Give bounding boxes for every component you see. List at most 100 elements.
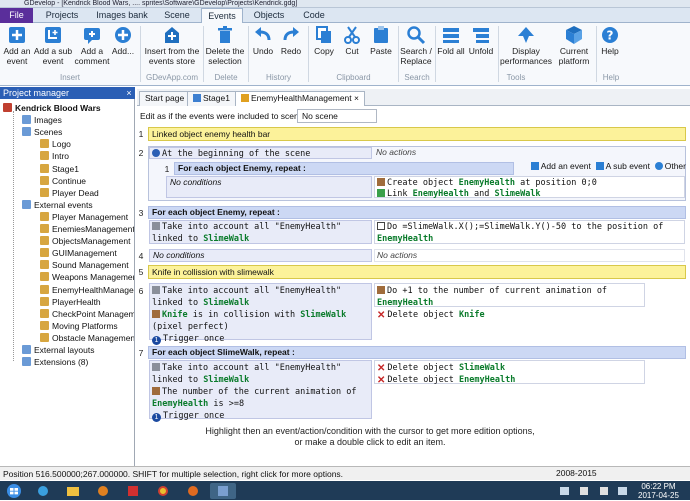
conditions[interactable]: Take into account all "EnemyHealth" link… bbox=[149, 360, 372, 422]
signal-icon[interactable] bbox=[618, 487, 627, 495]
tree-item[interactable]: PlayerHealth bbox=[40, 296, 134, 308]
tree-item[interactable]: Kendrick Blood Wars bbox=[3, 102, 134, 114]
comment-event[interactable]: Linked object enemy health bar bbox=[148, 127, 686, 141]
volume-icon[interactable] bbox=[600, 487, 608, 495]
add-sub-event-link[interactable]: A sub event bbox=[595, 161, 650, 171]
display-performances-button[interactable]: Display performances bbox=[500, 25, 552, 66]
tree-item[interactable]: Scenes bbox=[22, 126, 134, 138]
current-platform-button[interactable]: Current platform bbox=[555, 25, 593, 66]
tree-item[interactable]: Continue bbox=[40, 175, 134, 187]
tree-item[interactable]: Player Dead bbox=[40, 187, 134, 199]
tree-item[interactable]: Weapons Management bbox=[40, 271, 134, 283]
actions-empty[interactable]: No actions bbox=[374, 147, 685, 159]
unfold-button[interactable]: Unfold bbox=[467, 25, 495, 56]
paste-button[interactable]: Paste bbox=[367, 25, 395, 56]
add-event-link[interactable]: Add an event bbox=[530, 161, 591, 171]
actions[interactable]: Create object EnemyHealth at position 0;… bbox=[374, 176, 685, 200]
add-event-button[interactable]: Add an event bbox=[3, 25, 31, 66]
taskbar-explorer[interactable] bbox=[60, 483, 86, 499]
event-number: 5 bbox=[138, 267, 144, 277]
condition-collision[interactable]: Knife is in collision with SlimeWalk (pi… bbox=[152, 309, 371, 333]
action-change-animation[interactable]: Do +1 to the number of current animation… bbox=[377, 285, 644, 309]
comment-event[interactable]: Knife in collission with slimewalk bbox=[148, 265, 686, 279]
taskbar-ie[interactable] bbox=[30, 483, 56, 499]
action[interactable]: Do =SlimeWalk.X();=SlimeWalk.Y()-50 to t… bbox=[374, 220, 685, 244]
animation-icon bbox=[377, 286, 385, 294]
actions[interactable]: ✕ Delete object SlimeWalk ✕ Delete object … bbox=[374, 360, 645, 386]
network-icon[interactable] bbox=[560, 487, 569, 495]
add-more-button[interactable]: Add... bbox=[111, 25, 135, 56]
tab-images-bank[interactable]: Images bank bbox=[92, 8, 152, 23]
tab-enemy-health-management[interactable]: EnemyHealthManagement × bbox=[235, 91, 365, 106]
add-comment-button[interactable]: Add a comment bbox=[74, 25, 110, 66]
taskbar-app[interactable] bbox=[120, 483, 146, 499]
copy-button[interactable]: Copy bbox=[311, 25, 337, 56]
flag-icon[interactable] bbox=[580, 487, 588, 495]
tree-item[interactable]: EnemiesManagement bbox=[40, 223, 134, 235]
close-icon[interactable]: × bbox=[124, 87, 134, 99]
conditions-empty[interactable]: No conditions bbox=[166, 176, 372, 198]
tree-item[interactable]: Sound Management bbox=[40, 259, 134, 271]
taskbar-gdevelop[interactable] bbox=[210, 483, 236, 499]
tree-item[interactable]: Extensions (8) bbox=[22, 356, 134, 368]
tree-item[interactable]: EnemyHealthManagement bbox=[40, 284, 134, 296]
tab-objects[interactable]: Objects bbox=[248, 8, 290, 23]
for-each-header[interactable]: For each object Enemy, repeat : bbox=[148, 206, 686, 219]
help-button[interactable]: ? Help bbox=[598, 25, 622, 56]
tree-item[interactable]: Player Management bbox=[40, 211, 134, 223]
close-tab-icon[interactable]: × bbox=[354, 93, 359, 103]
condition-linked[interactable]: Take into account all "EnemyHealth" link… bbox=[152, 285, 371, 309]
fold-all-button[interactable]: Fold all bbox=[437, 25, 465, 56]
add-other-link[interactable]: Other bbox=[654, 161, 686, 171]
action-link-objects[interactable]: Link EnemyHealth and SlimeWalk bbox=[377, 189, 684, 200]
conditions-empty[interactable]: No conditions bbox=[149, 249, 372, 262]
clock[interactable]: 06:22 PM 2017-04-25 bbox=[638, 482, 679, 500]
for-each-header[interactable]: For each object Enemy, repeat : bbox=[174, 162, 514, 175]
condition-linked[interactable]: Take into account all "EnemyHealth" link… bbox=[152, 362, 371, 386]
undo-button[interactable]: Undo bbox=[251, 25, 275, 56]
tab-start-page[interactable]: Start page bbox=[139, 91, 191, 106]
tree-item[interactable]: Stage1 bbox=[40, 163, 134, 175]
condition-trigger-once[interactable]: 1 Trigger once bbox=[152, 410, 371, 422]
actions-empty[interactable]: No actions bbox=[374, 249, 685, 262]
action-delete-enemyhealth[interactable]: ✕ Delete object EnemyHealth bbox=[377, 374, 644, 386]
tree-item[interactable]: GUIManagement bbox=[40, 247, 134, 259]
scene-selector[interactable]: No scene bbox=[297, 109, 377, 123]
tree-item[interactable]: ObjectsManagement bbox=[40, 235, 134, 247]
tree-item[interactable]: Logo bbox=[40, 138, 134, 150]
condition-trigger-once[interactable]: 1 Trigger once bbox=[152, 333, 371, 345]
tab-scene[interactable]: Scene bbox=[158, 8, 196, 23]
tree-item[interactable]: External layouts bbox=[22, 344, 134, 356]
tree-item[interactable]: Obstacle Management bbox=[40, 332, 134, 344]
tab-events[interactable]: Events bbox=[201, 8, 243, 24]
action-delete-knife[interactable]: ✕ Delete object Knife bbox=[377, 309, 644, 321]
condition-animation-number[interactable]: The number of the current animation of E… bbox=[152, 386, 371, 410]
action-delete-slimewalk[interactable]: ✕ Delete object SlimeWalk bbox=[377, 362, 644, 374]
tree-item[interactable]: Images bbox=[22, 114, 134, 126]
tab-file[interactable]: File bbox=[0, 8, 33, 23]
actions[interactable]: Do +1 to the number of current animation… bbox=[374, 283, 645, 321]
svg-text:?: ? bbox=[607, 29, 614, 43]
redo-button[interactable]: Redo bbox=[278, 25, 304, 56]
condition[interactable]: At the beginning of the scene bbox=[149, 147, 372, 159]
delete-selection-button[interactable]: Delete the selection bbox=[205, 25, 245, 66]
for-each-header[interactable]: For each object SlimeWalk, repeat : bbox=[148, 346, 686, 359]
tree-item[interactable]: External events bbox=[22, 199, 134, 211]
cut-button[interactable]: Cut bbox=[340, 25, 364, 56]
taskbar-chrome[interactable] bbox=[150, 483, 176, 499]
taskbar-media[interactable] bbox=[90, 483, 116, 499]
events-store-button[interactable]: Insert from the events store bbox=[143, 25, 201, 66]
tree-item[interactable]: CheckPoint Management bbox=[40, 308, 134, 320]
condition[interactable]: Take into account all "EnemyHealth" link… bbox=[149, 220, 372, 244]
tab-projects[interactable]: Projects bbox=[40, 8, 84, 23]
search-replace-button[interactable]: Search / Replace bbox=[400, 25, 432, 66]
add-sub-event-button[interactable]: Add a sub event bbox=[33, 25, 73, 66]
conditions[interactable]: Take into account all "EnemyHealth" link… bbox=[149, 283, 372, 345]
tab-code[interactable]: Code bbox=[297, 8, 331, 23]
taskbar-firefox[interactable] bbox=[180, 483, 206, 499]
start-button[interactable] bbox=[2, 483, 26, 499]
action-create-object[interactable]: Create object EnemyHealth at position 0;… bbox=[377, 178, 684, 189]
tree-item[interactable]: Intro bbox=[40, 150, 134, 162]
tree-item[interactable]: Moving Platforms bbox=[40, 320, 134, 332]
tab-stage1[interactable]: Stage1 bbox=[187, 91, 236, 106]
